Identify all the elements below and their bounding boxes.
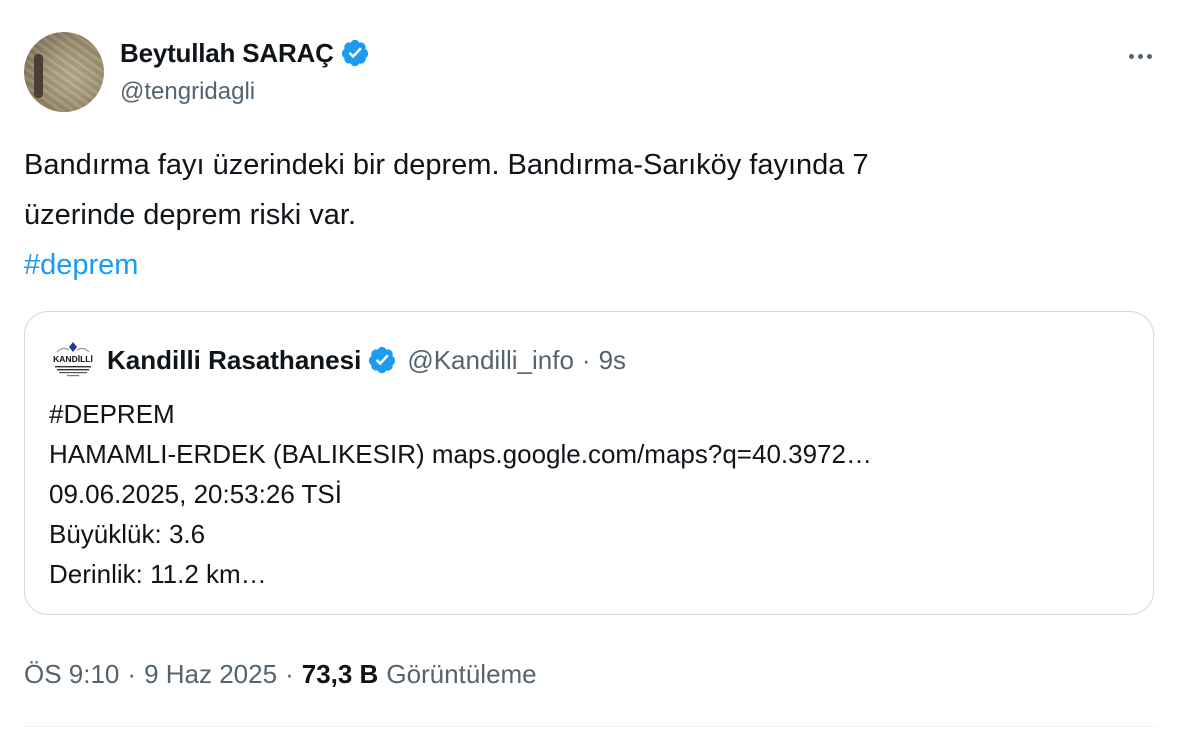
verified-badge-icon — [341, 39, 368, 67]
more-dot — [1128, 53, 1134, 59]
more-dot — [1146, 53, 1152, 59]
quoted-line: Derinlik: 11.2 km… — [49, 559, 267, 589]
verified-badge-icon — [369, 346, 396, 374]
tweet-text-line: Bandırma fayı üzerindeki bir deprem. Ban… — [24, 149, 869, 181]
separator-dot: · — [581, 344, 591, 375]
quoted-tweet-body: #DEPREM HAMAMLI-ERDEK (BALIKESIR) maps.g… — [49, 394, 872, 594]
quoted-line: Büyüklük: 3.6 — [49, 519, 206, 549]
quoted-line: HAMAMLI-ERDEK (BALIKESIR) maps.google.co… — [49, 439, 872, 469]
more-options-icon[interactable] — [1120, 44, 1160, 68]
avatar[interactable] — [24, 32, 104, 112]
author-name-row: Beytullah SARAÇ — [120, 38, 370, 68]
tweet-date[interactable]: 9 Haz 2025 — [144, 659, 277, 690]
quoted-line: #DEPREM — [49, 399, 175, 429]
quoted-author-handle[interactable]: @Kandilli_info — [407, 345, 574, 376]
more-dot — [1137, 53, 1143, 59]
avatar-figure — [34, 54, 43, 98]
quoted-tweet-time[interactable]: 9s — [599, 345, 626, 376]
divider — [24, 726, 1156, 727]
quoted-author-name[interactable]: Kandilli Rasathanesi — [107, 345, 361, 376]
kandilli-logo-icon: KANDİLLİ — [53, 342, 93, 377]
logo-text: KANDİLLİ — [53, 354, 93, 364]
tweet-time[interactable]: ÖS 9:10 — [24, 659, 119, 690]
tweet-text-line: üzerinde deprem riski var. — [24, 199, 357, 231]
quoted-line: 09.06.2025, 20:53:26 TSİ — [49, 479, 342, 509]
tweet-text: Bandırma fayı üzerindeki bir deprem. Ban… — [24, 140, 1144, 290]
separator-dot: · — [127, 658, 137, 689]
tweet-meta: ÖS 9:10 · 9 Haz 2025 · 73,3 B Görüntülem… — [24, 654, 537, 694]
author-handle[interactable]: @tengridagli — [120, 78, 255, 106]
views-count[interactable]: 73,3 B — [302, 659, 379, 690]
hashtag-link[interactable]: #deprem — [24, 249, 138, 281]
author-display-name[interactable]: Beytullah SARAÇ — [120, 38, 334, 69]
quoted-tweet-card[interactable]: KANDİLLİ Kandilli Rasathanesi @Kandilli_… — [24, 311, 1154, 615]
separator-dot: · — [285, 658, 294, 689]
views-label: Görüntüleme — [386, 658, 537, 689]
tweet-header: Beytullah SARAÇ @tengridagli — [24, 32, 1160, 116]
quoted-tweet-header: KANDİLLİ Kandilli Rasathanesi @Kandilli_… — [49, 342, 626, 378]
